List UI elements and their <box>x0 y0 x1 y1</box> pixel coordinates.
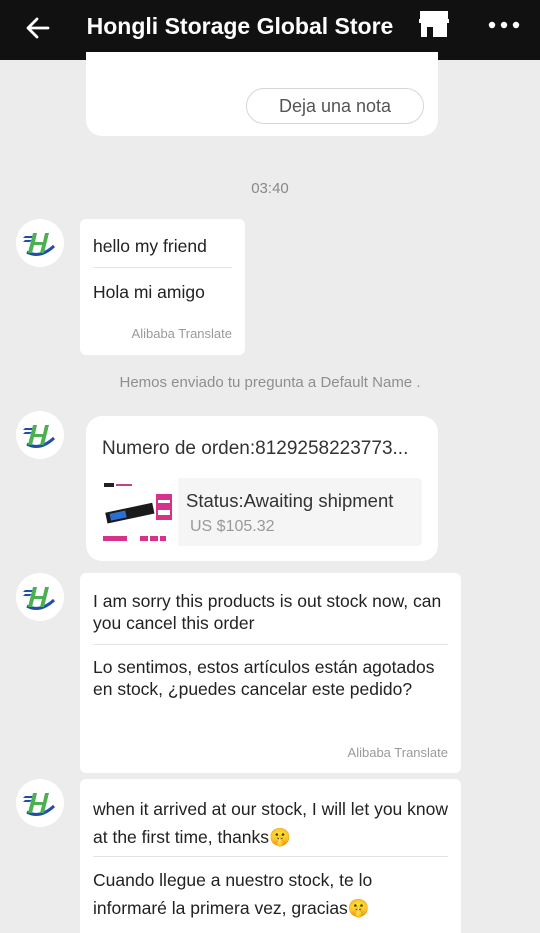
more-horizontal-icon <box>488 21 520 29</box>
page-title: Hongli Storage Global Store <box>86 13 394 39</box>
store-button[interactable] <box>414 8 454 42</box>
message-translated-text: Lo sentimos, estos artículos están agota… <box>93 657 435 699</box>
hongli-logo-icon <box>16 573 64 621</box>
order-product-row[interactable]: Status:Awaiting shipment US $105.32 <box>100 478 422 546</box>
seller-avatar[interactable] <box>16 219 64 267</box>
more-button[interactable] <box>484 8 524 42</box>
message-translated-text: Cuando llegue a nuestro stock, te lo inf… <box>93 870 373 918</box>
message-divider <box>93 267 232 268</box>
message-original-text: I am sorry this products is out stock no… <box>93 591 442 633</box>
message-bubble: when it arrived at our stock, I will let… <box>80 779 461 933</box>
system-notice: Hemos enviado tu pregunta a Default Name… <box>119 374 421 391</box>
hongli-logo-icon <box>16 219 64 267</box>
leave-note-button[interactable]: Deja una nota <box>246 88 424 124</box>
order-status: Status:Awaiting shipment <box>186 490 394 511</box>
seller-avatar[interactable] <box>16 411 64 459</box>
arrow-left-icon <box>26 17 50 39</box>
translate-attribution: Alibaba Translate <box>347 745 448 760</box>
order-card[interactable]: Numero de orden:8129258223773... Status:… <box>86 416 438 561</box>
seller-avatar[interactable] <box>16 779 64 827</box>
message-divider <box>93 644 448 645</box>
previous-card: Deja una nota <box>86 52 438 136</box>
message-divider <box>93 856 448 857</box>
message-bubble: hello my friend Hola mi amigo Alibaba Tr… <box>80 219 245 355</box>
message-bubble: I am sorry this products is out stock no… <box>80 573 461 773</box>
message-timestamp: 03:40 <box>251 180 289 197</box>
message-translated-text: Hola mi amigo <box>93 282 205 302</box>
seller-avatar[interactable] <box>16 573 64 621</box>
back-button[interactable] <box>20 10 56 46</box>
page-title-container: Hongli Storage Global Store <box>60 0 420 52</box>
message-original-text: hello my friend <box>93 236 207 256</box>
hongli-logo-icon <box>16 779 64 827</box>
order-number: Numero de orden:8129258223773... <box>102 438 409 459</box>
message-original-text: when it arrived at our stock, I will let… <box>93 799 449 847</box>
store-icon <box>419 11 449 37</box>
order-price: US $105.32 <box>190 518 275 535</box>
hongli-logo-icon <box>16 411 64 459</box>
top-app-bar: Hongli Storage Global Store <box>0 0 540 60</box>
product-thumbnail <box>100 478 178 546</box>
translate-attribution: Alibaba Translate <box>131 326 232 341</box>
